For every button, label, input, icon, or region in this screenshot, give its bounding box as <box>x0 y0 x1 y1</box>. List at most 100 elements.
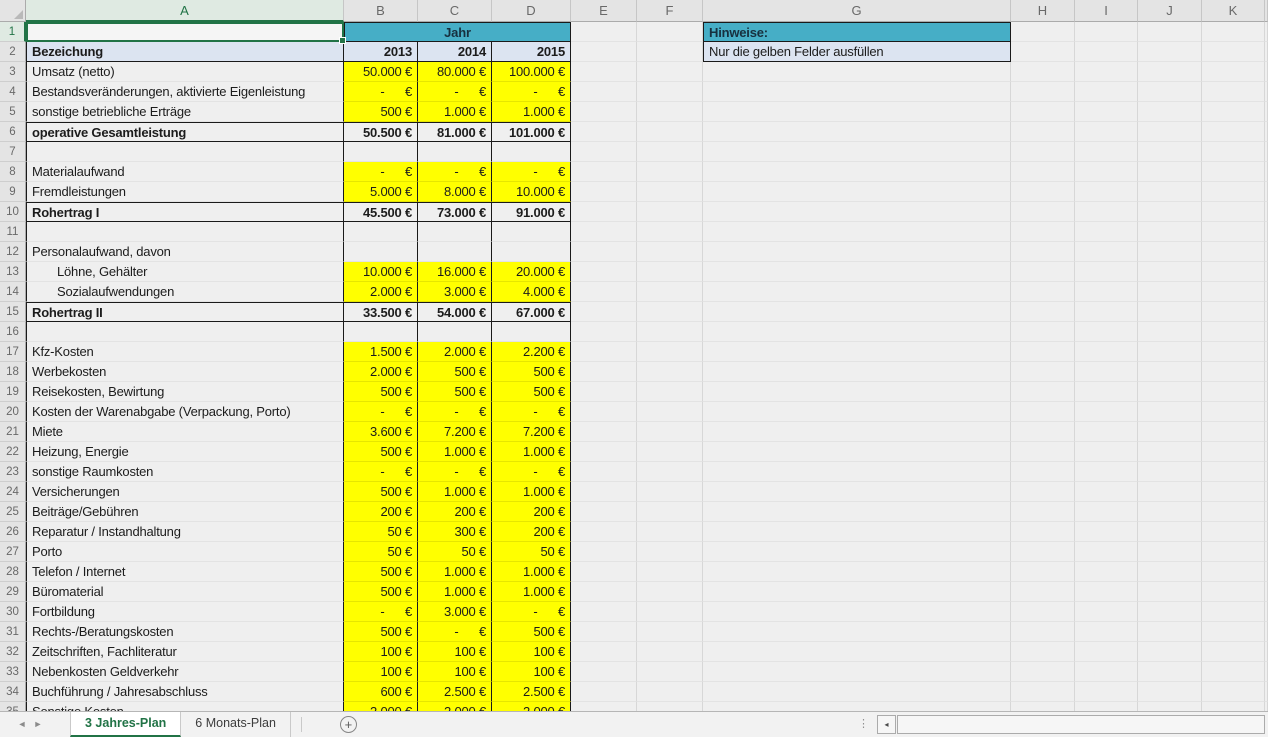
cell-c24[interactable]: 1.000 € <box>418 482 492 502</box>
cell-e30[interactable] <box>571 602 637 622</box>
cell-f19[interactable] <box>637 382 703 402</box>
cell-a13[interactable]: Löhne, Gehälter <box>26 262 344 282</box>
cell-f23[interactable] <box>637 462 703 482</box>
cell-e35[interactable] <box>571 702 637 711</box>
cell-e19[interactable] <box>571 382 637 402</box>
cell-d34[interactable]: 2.500 € <box>492 682 571 702</box>
cell-b9[interactable]: 5.000 € <box>344 182 418 202</box>
cell-h22[interactable] <box>1011 442 1075 462</box>
cell-f12[interactable] <box>637 242 703 262</box>
row-header-17[interactable]: 17 <box>0 342 26 362</box>
cell-a31[interactable]: Rechts-/Beratungskosten <box>26 622 344 642</box>
cell-d32[interactable]: 100 € <box>492 642 571 662</box>
cell-i19[interactable] <box>1075 382 1138 402</box>
cell-a9[interactable]: Fremdleistungen <box>26 182 344 202</box>
cell-k21[interactable] <box>1202 422 1265 442</box>
cell-j24[interactable] <box>1138 482 1202 502</box>
cell-f28[interactable] <box>637 562 703 582</box>
cell-i20[interactable] <box>1075 402 1138 422</box>
cell-b12[interactable] <box>344 242 418 262</box>
cell-h7[interactable] <box>1011 142 1075 162</box>
column-header-g[interactable]: G <box>703 0 1011 22</box>
cell-j35[interactable] <box>1138 702 1202 711</box>
row-header-14[interactable]: 14 <box>0 282 26 302</box>
cell-i4[interactable] <box>1075 82 1138 102</box>
cell-j15[interactable] <box>1138 302 1202 322</box>
cell-c16[interactable] <box>418 322 492 342</box>
cell-d11[interactable] <box>492 222 571 242</box>
cell-e28[interactable] <box>571 562 637 582</box>
cell-k27[interactable] <box>1202 542 1265 562</box>
cell-i30[interactable] <box>1075 602 1138 622</box>
cell-b17[interactable]: 1.500 € <box>344 342 418 362</box>
cell-b8[interactable]: - € <box>344 162 418 182</box>
cell-f31[interactable] <box>637 622 703 642</box>
cell-k20[interactable] <box>1202 402 1265 422</box>
cell-k19[interactable] <box>1202 382 1265 402</box>
cell-c22[interactable]: 1.000 € <box>418 442 492 462</box>
cell-k31[interactable] <box>1202 622 1265 642</box>
cell-a15[interactable]: Rohertrag II <box>26 302 344 322</box>
cell-g29[interactable] <box>703 582 1011 602</box>
row-header-11[interactable]: 11 <box>0 222 26 242</box>
cell-f1[interactable] <box>637 22 703 42</box>
column-header-b[interactable]: B <box>344 0 418 22</box>
row-header-34[interactable]: 34 <box>0 682 26 702</box>
cell-k33[interactable] <box>1202 662 1265 682</box>
scrollbar-grip-icon[interactable]: ⋮ <box>858 715 869 734</box>
tab-nav-right-icon[interactable]: ► <box>30 712 46 737</box>
cell-h31[interactable] <box>1011 622 1075 642</box>
cell-j17[interactable] <box>1138 342 1202 362</box>
cell-j27[interactable] <box>1138 542 1202 562</box>
cell-g15[interactable] <box>703 302 1011 322</box>
cell-f14[interactable] <box>637 282 703 302</box>
tab-nav-left-icon[interactable]: ◄ <box>14 712 30 737</box>
cell-i27[interactable] <box>1075 542 1138 562</box>
cell-b11[interactable] <box>344 222 418 242</box>
cell-e31[interactable] <box>571 622 637 642</box>
cell-k8[interactable] <box>1202 162 1265 182</box>
cell-g4[interactable] <box>703 82 1011 102</box>
cell-f9[interactable] <box>637 182 703 202</box>
add-sheet-button[interactable]: + <box>340 716 357 733</box>
cell-h9[interactable] <box>1011 182 1075 202</box>
cell-f26[interactable] <box>637 522 703 542</box>
cell-b6[interactable]: 50.500 € <box>344 122 418 142</box>
cell-k5[interactable] <box>1202 102 1265 122</box>
cell-b15[interactable]: 33.500 € <box>344 302 418 322</box>
column-header-e[interactable]: E <box>571 0 637 22</box>
cell-f35[interactable] <box>637 702 703 711</box>
cell-g21[interactable] <box>703 422 1011 442</box>
row-header-4[interactable]: 4 <box>0 82 26 102</box>
cell-e17[interactable] <box>571 342 637 362</box>
cell-e29[interactable] <box>571 582 637 602</box>
cell-g11[interactable] <box>703 222 1011 242</box>
cell-h29[interactable] <box>1011 582 1075 602</box>
cell-g30[interactable] <box>703 602 1011 622</box>
cell-f29[interactable] <box>637 582 703 602</box>
cell-g6[interactable] <box>703 122 1011 142</box>
cell-j11[interactable] <box>1138 222 1202 242</box>
cell-e3[interactable] <box>571 62 637 82</box>
cell-e26[interactable] <box>571 522 637 542</box>
cell-d23[interactable]: - € <box>492 462 571 482</box>
cell-h11[interactable] <box>1011 222 1075 242</box>
cell-a20[interactable]: Kosten der Warenabgabe (Verpackung, Port… <box>26 402 344 422</box>
column-header-a[interactable]: A <box>26 0 344 22</box>
cell-f16[interactable] <box>637 322 703 342</box>
cell-j3[interactable] <box>1138 62 1202 82</box>
cell-h3[interactable] <box>1011 62 1075 82</box>
cell-h15[interactable] <box>1011 302 1075 322</box>
row-header-7[interactable]: 7 <box>0 142 26 162</box>
cell-e20[interactable] <box>571 402 637 422</box>
cell-b1-d1-jahr[interactable]: Jahr <box>344 22 571 42</box>
cell-b2[interactable]: 2013 <box>344 42 418 62</box>
cell-g31[interactable] <box>703 622 1011 642</box>
cell-h6[interactable] <box>1011 122 1075 142</box>
cell-c2[interactable]: 2014 <box>418 42 492 62</box>
cell-g33[interactable] <box>703 662 1011 682</box>
column-header-j[interactable]: J <box>1138 0 1202 22</box>
cell-a32[interactable]: Zeitschriften, Fachliteratur <box>26 642 344 662</box>
cell-h5[interactable] <box>1011 102 1075 122</box>
cell-g34[interactable] <box>703 682 1011 702</box>
